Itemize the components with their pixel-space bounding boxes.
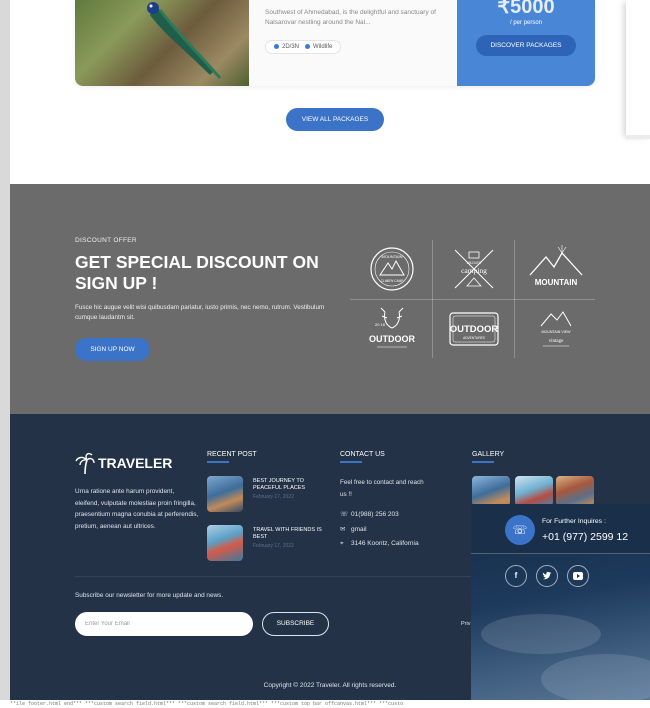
post-thumbnail bbox=[207, 525, 243, 561]
email-value: gmail bbox=[351, 526, 367, 533]
logo-text: MOUNTAIN bbox=[535, 278, 578, 287]
twitter-icon[interactable] bbox=[536, 565, 558, 587]
inquiry-label: For Further Inquires : bbox=[542, 518, 606, 525]
partner-logos: MOUNTAIN CLIMB'N CAMP WILDLIFE camping M… bbox=[350, 240, 595, 358]
footer-about-text: Urna ratione ante harum provident, eleif… bbox=[75, 488, 199, 530]
location-pin-icon bbox=[305, 44, 311, 49]
palm-tree-icon bbox=[75, 452, 95, 474]
package-price: ₹5000 bbox=[497, 0, 555, 18]
package-card: Southwest of Ahmedabad, is the delightfu… bbox=[75, 0, 595, 86]
duration-value: 2D/3N bbox=[282, 44, 300, 51]
clock-icon bbox=[274, 44, 279, 49]
overlay-window-shadow bbox=[626, 135, 650, 139]
heading-underline bbox=[207, 461, 229, 463]
discount-title: GET SPECIAL DISCOUNT ON SIGN UP ! bbox=[75, 252, 319, 293]
view-all-packages-button[interactable]: VIEW ALL PACKAGES bbox=[286, 108, 384, 131]
newsletter-email-input[interactable] bbox=[75, 612, 253, 636]
gallery-image[interactable] bbox=[556, 476, 594, 506]
package-card-body: Southwest of Ahmedabad, is the delightfu… bbox=[249, 0, 457, 86]
phone-value: 01(988) 256 203 bbox=[351, 511, 399, 518]
address-value: 3146 Koontz, California bbox=[351, 540, 419, 547]
logo-outdoor-badge: OUTDOOR ADVENTURES bbox=[434, 300, 514, 358]
newsletter-label: Subscribe our newsletter for more update… bbox=[75, 592, 224, 599]
logo-mountain: MOUNTAIN bbox=[516, 240, 596, 298]
post-date: February 17, 2022 bbox=[253, 543, 294, 549]
cloud-shape bbox=[541, 654, 650, 704]
footer-logo[interactable]: TRAVELER bbox=[75, 452, 172, 474]
recent-post-item[interactable]: TRAVEL WITH FRIENDS IS BEST February 17,… bbox=[207, 525, 322, 565]
inquiry-phone-number[interactable]: +01 (977) 2599 12 bbox=[542, 531, 628, 543]
subscribe-button[interactable]: SUBSCRIBE bbox=[262, 612, 329, 636]
recent-post-item[interactable]: BEST JOURNEY TO PEACEFUL PLACES February… bbox=[207, 476, 322, 516]
phone-icon: ☏ bbox=[505, 515, 535, 545]
post-title[interactable]: TRAVEL WITH FRIENDS IS BEST bbox=[253, 527, 328, 541]
logo-text: 20 16 bbox=[375, 322, 386, 327]
package-tags: 2D/3N Wildlife bbox=[265, 40, 342, 55]
discount-kicker: DISCOUNT OFFER bbox=[75, 237, 137, 244]
contact-email[interactable]: ✉ gmail bbox=[340, 525, 367, 533]
logo-text: MOUNTAIN bbox=[381, 254, 402, 259]
contact-address: ⌖ 3146 Koontz, California bbox=[340, 540, 419, 548]
youtube-icon[interactable] bbox=[567, 565, 589, 587]
overlay-window-edge bbox=[626, 0, 650, 135]
debug-template-bar: **ile footer.html end*** ***custom searc… bbox=[0, 700, 650, 708]
gallery-heading: GALLERY bbox=[472, 451, 505, 458]
post-date: February 17, 2022 bbox=[253, 494, 294, 500]
logo-text: vintage bbox=[549, 339, 564, 344]
heading-underline bbox=[472, 461, 494, 463]
privacy-link[interactable]: Priv bbox=[461, 621, 470, 627]
logo-text: MOUNTAIN VIEW bbox=[541, 330, 571, 334]
facebook-icon[interactable]: f bbox=[505, 565, 527, 587]
inquiry-header: ☏ For Further Inquires : +01 (977) 2599 … bbox=[471, 504, 650, 554]
heading-underline bbox=[340, 461, 362, 463]
gallery-image[interactable] bbox=[515, 476, 553, 506]
category-value: Wildlife bbox=[313, 44, 333, 51]
package-price-unit: / per person bbox=[509, 20, 543, 26]
package-price-panel: ₹5000 / per person DISCOVER PACKAGES bbox=[457, 0, 595, 86]
package-description: Southwest of Ahmedabad, is the delightfu… bbox=[265, 9, 436, 26]
post-thumbnail bbox=[207, 476, 243, 512]
location-pin-icon: ⌖ bbox=[340, 540, 344, 547]
post-title[interactable]: BEST JOURNEY TO PEACEFUL PLACES bbox=[253, 478, 328, 492]
discount-section: DISCOUNT OFFER GET SPECIAL DISCOUNT ON S… bbox=[10, 184, 650, 414]
logo-text: WILDLIFE bbox=[467, 261, 482, 265]
logo-text: ADVENTURES bbox=[463, 336, 485, 340]
contact-phone[interactable]: ☏ 01(988) 256 203 bbox=[340, 510, 399, 518]
recent-post-heading: RECENT POST bbox=[207, 451, 257, 458]
footer-brand: TRAVELER bbox=[98, 455, 173, 471]
discover-packages-button[interactable]: DISCOVER PACKAGES bbox=[476, 35, 576, 56]
duration-tag: 2D/3N bbox=[274, 44, 299, 50]
logo-mountain-view: MOUNTAIN VIEW vintage bbox=[516, 300, 596, 358]
logo-wildlife-camping: WILDLIFE camping bbox=[434, 240, 514, 298]
contact-heading: CONTACT US bbox=[340, 451, 385, 458]
logo-text: OUTDOOR bbox=[369, 334, 415, 344]
peacock-shape bbox=[147, 2, 222, 79]
logo-text: camping bbox=[461, 266, 487, 275]
category-tag: Wildlife bbox=[305, 44, 332, 50]
sign-up-now-button[interactable]: SIGN UP NOW bbox=[75, 338, 150, 361]
peacock-image bbox=[75, 0, 249, 86]
phone-icon: ☏ bbox=[340, 511, 349, 518]
logo-outdoor-antler: 20 16 OUTDOOR bbox=[352, 300, 432, 358]
mail-icon: ✉ bbox=[340, 526, 346, 533]
contact-intro: Feel free to contact and reach us !! bbox=[340, 479, 424, 498]
logo-mountain-camp: MOUNTAIN CLIMB'N CAMP bbox=[352, 240, 432, 298]
inquiry-panel: ☏ For Further Inquires : +01 (977) 2599 … bbox=[471, 504, 650, 708]
cloud-shape bbox=[481, 614, 601, 654]
logo-text: CLIMB'N CAMP bbox=[381, 279, 404, 283]
logo-text: OUTDOOR bbox=[450, 324, 499, 335]
discount-text: Fusce hic augue velit wisi quibusdam par… bbox=[75, 304, 325, 321]
gallery-image[interactable] bbox=[472, 476, 510, 506]
